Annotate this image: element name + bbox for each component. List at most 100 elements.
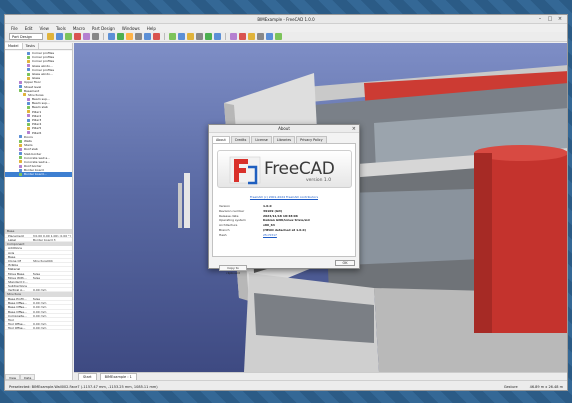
workbench-selector[interactable]: Part Design — [9, 33, 43, 40]
toolbar-tool-icon[interactable] — [257, 33, 264, 40]
tree-item-label: Pillar6 — [32, 130, 42, 135]
property-value[interactable]: 0.00 mm — [33, 305, 72, 308]
property-name: Tool Offse... — [8, 326, 26, 330]
toolbar-tool-icon[interactable] — [92, 33, 99, 40]
brand-version: version 1.0 — [306, 178, 332, 183]
tree-item-icon — [27, 76, 30, 80]
tree-item-icon — [27, 64, 30, 68]
tree-item-icon — [19, 168, 22, 172]
tree-item-icon — [27, 118, 30, 122]
maximize-icon[interactable]: □ — [547, 16, 553, 22]
status-bar: Preselected: BIMExample.Wall002.Face7 (-… — [5, 380, 567, 390]
minimize-icon[interactable]: – — [537, 16, 543, 22]
menu-item-help[interactable]: Help — [147, 26, 156, 31]
tree-item-icon — [27, 110, 30, 114]
tree-item-icon — [27, 106, 30, 110]
property-value[interactable] — [33, 318, 72, 321]
menu-item-tools[interactable]: Tools — [56, 26, 66, 31]
property-value[interactable] — [33, 255, 72, 258]
toolbar-tool-icon[interactable] — [56, 33, 63, 40]
property-name: Base Offse... — [8, 309, 27, 313]
tree-item-icon — [19, 164, 22, 168]
toolbar-tool-icon[interactable] — [65, 33, 72, 40]
toolbar-tool-icon[interactable] — [153, 33, 160, 40]
property-name: Material — [8, 267, 21, 271]
property-value[interactable]: 0.00 mm — [33, 314, 72, 317]
property-name: Placement — [8, 233, 24, 237]
property-value[interactable] — [33, 263, 72, 266]
property-value[interactable]: false — [33, 276, 72, 279]
property-value[interactable]: 0.00 mm — [33, 322, 72, 325]
title-bar: BIMExample - FreeCAD 1.0.0 – □ × — [5, 15, 567, 24]
info-value[interactable]: 2fcc5317 — [263, 233, 351, 238]
toolbar-tool-icon[interactable] — [248, 33, 255, 40]
toolbar-tool-icon[interactable] — [169, 33, 176, 40]
menu-item-part-design[interactable]: Part Design — [92, 26, 115, 31]
dialog-tab-credits[interactable]: Credits — [230, 136, 251, 143]
property-value[interactable] — [33, 267, 72, 270]
toolbar-tool-icon[interactable] — [117, 33, 124, 40]
toolbar-tool-icon[interactable] — [144, 33, 151, 40]
model-tree[interactable]: Corner profiles Corner profiles Corner pro… — [5, 51, 72, 229]
property-value[interactable] — [33, 280, 72, 283]
menu-item-view[interactable]: View — [39, 26, 49, 31]
toolbar-tool-icon[interactable] — [135, 33, 142, 40]
property-value[interactable] — [33, 246, 72, 249]
tree-item-icon — [27, 59, 30, 63]
property-value[interactable]: Structure004 — [33, 259, 72, 262]
property-value[interactable] — [33, 284, 72, 287]
toolbar-tool-icon[interactable] — [275, 33, 282, 40]
tree-item-icon — [27, 122, 30, 126]
toolbar-tool-icon[interactable] — [47, 33, 54, 40]
property-value[interactable]: 0.00 mm — [33, 288, 72, 291]
property-value[interactable]: 0.00 mm — [33, 326, 72, 329]
toolbar-tool-icon[interactable] — [178, 33, 185, 40]
toolbar-tool-icon[interactable] — [126, 33, 133, 40]
dialog-tab-about[interactable]: About — [212, 136, 230, 143]
toolbar-tool-icon[interactable] — [196, 33, 203, 40]
tree-item-icon — [27, 114, 30, 118]
tree-item[interactable]: Border board... — [5, 172, 72, 177]
toolbar-tool-icon[interactable] — [74, 33, 81, 40]
property-editor[interactable]: Base Placement [(0.00 0.00 1.00); 0.00 °] L… — [5, 229, 72, 380]
tree-item-icon — [19, 173, 22, 177]
dialog-tab-libraries[interactable]: Libraries — [272, 136, 296, 143]
copyright-link[interactable]: FreeCAD (c) 2001-2024 FreeCAD contributo… — [213, 195, 355, 199]
tree-item-icon — [27, 51, 30, 55]
dialog-tabs: About Credits License Libraries Privacy Poli… — [212, 136, 356, 143]
copy-to-clipboard-button[interactable]: Copy to clipboard — [219, 265, 247, 275]
navigation-style[interactable]: Gesture — [504, 385, 518, 389]
toolbar-tool-icon[interactable] — [266, 33, 273, 40]
close-icon[interactable]: × — [557, 16, 563, 22]
toolbar-tool-icon[interactable] — [108, 33, 115, 40]
toolbar-tool-icon[interactable] — [187, 33, 194, 40]
dialog-tab-license[interactable]: License — [251, 136, 272, 143]
menu-item-windows[interactable]: Windows — [122, 26, 140, 31]
menu-item-edit[interactable]: Edit — [25, 26, 33, 31]
property-value[interactable]: 0.00 mm — [33, 301, 72, 304]
toolbar-tool-icon[interactable] — [230, 33, 237, 40]
menu-item-file[interactable]: File — [11, 26, 18, 31]
toolbar-tool-icon[interactable] — [83, 33, 90, 40]
ok-button[interactable]: OK — [335, 260, 355, 266]
property-value[interactable] — [33, 251, 72, 254]
toolbar-tool-icon[interactable] — [214, 33, 221, 40]
dialog-tab-privacy-policy[interactable]: Privacy Policy — [296, 136, 327, 143]
tab-model[interactable]: Model — [5, 43, 23, 49]
menu-item-macro[interactable]: Macro — [73, 26, 85, 31]
property-value[interactable]: 0.00 mm — [33, 310, 72, 313]
property-name: Tool Offse... — [8, 322, 26, 326]
property-value[interactable]: false — [33, 297, 72, 300]
tab-tasks[interactable]: Tasks — [23, 43, 39, 49]
property-value[interactable]: [(0.00 0.00 1.00); 0.00 °] — [33, 234, 72, 237]
tree-item-icon — [27, 55, 30, 59]
dialog-close-icon[interactable]: × — [352, 126, 356, 132]
toolbar-tool-icon[interactable] — [239, 33, 246, 40]
property-value[interactable]: false — [33, 272, 72, 275]
property-name: Standard C... — [8, 279, 28, 284]
toolbar-tool-icon[interactable] — [205, 33, 212, 40]
tree-item-label: Border board... — [24, 172, 47, 177]
dialog-title: About — [278, 126, 290, 131]
property-value[interactable]: Border board 3 — [33, 238, 72, 241]
property-row[interactable]: Tool Offse... 0.00 mm — [5, 326, 72, 331]
